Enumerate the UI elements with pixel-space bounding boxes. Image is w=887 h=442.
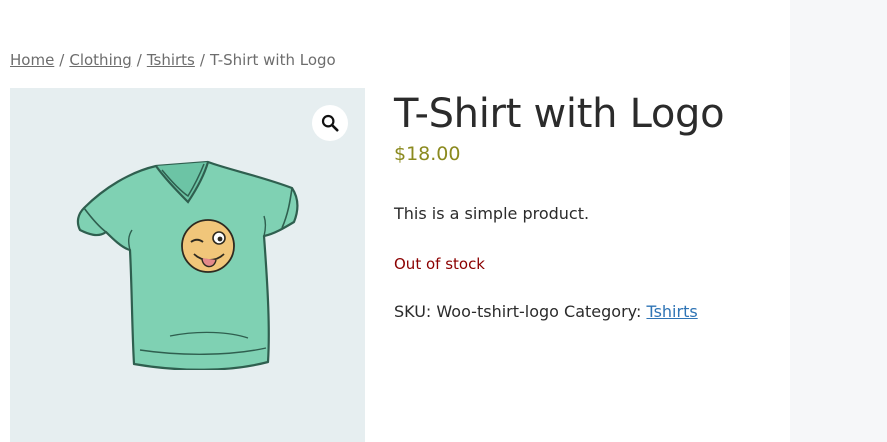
product-price: $18.00 bbox=[394, 143, 461, 165]
breadcrumb-link-tshirts[interactable]: Tshirts bbox=[147, 51, 195, 69]
product-short-description: This is a simple product. bbox=[394, 204, 590, 223]
breadcrumb-link-home[interactable]: Home bbox=[10, 51, 54, 69]
breadcrumb: Home / Clothing / Tshirts / T-Shirt with Logo bbox=[10, 51, 336, 69]
stock-status: Out of stock bbox=[394, 255, 485, 273]
sidebar-background bbox=[790, 0, 887, 442]
breadcrumb-separator: / bbox=[59, 51, 65, 69]
emoji-logo-icon bbox=[181, 219, 235, 273]
breadcrumb-link-clothing[interactable]: Clothing bbox=[69, 51, 131, 69]
category-label: Category: bbox=[564, 302, 642, 321]
breadcrumb-separator: / bbox=[136, 51, 142, 69]
breadcrumb-separator: / bbox=[199, 51, 205, 69]
sku-value: Woo-tshirt-logo bbox=[436, 302, 559, 321]
product-meta: SKU: Woo-tshirt-logo Category: Tshirts bbox=[394, 302, 698, 321]
product-title: T-Shirt with Logo bbox=[394, 91, 725, 137]
zoom-button[interactable] bbox=[312, 105, 348, 141]
sku-label: SKU: bbox=[394, 302, 432, 321]
breadcrumb-current: T-Shirt with Logo bbox=[209, 51, 336, 69]
magnifier-icon bbox=[321, 114, 339, 132]
product-gallery bbox=[10, 88, 365, 442]
t-shirt-with-logo-image[interactable] bbox=[70, 150, 310, 370]
category-link-tshirts[interactable]: Tshirts bbox=[646, 302, 697, 321]
